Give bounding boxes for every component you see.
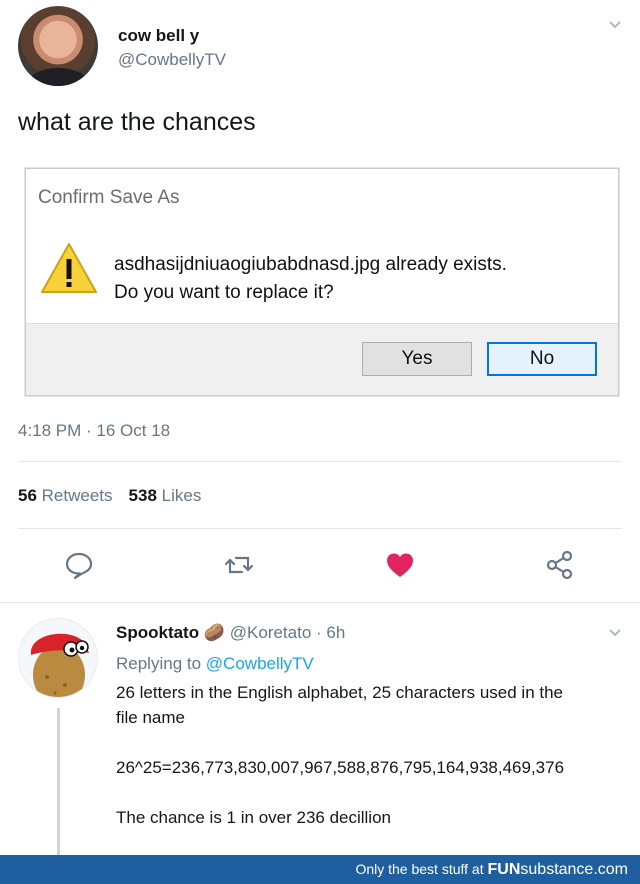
warning-icon [41, 243, 97, 293]
heart-icon[interactable] [385, 550, 415, 580]
yes-button[interactable]: Yes [362, 342, 472, 376]
dialog-title: Confirm Save As [38, 187, 180, 208]
retweets-stat[interactable]: 56 Retweets [18, 486, 113, 505]
divider [18, 528, 622, 529]
confirm-save-dialog: Confirm Save As asdhasijdniuaogiubabdnas… [25, 168, 619, 396]
user-handle[interactable]: @CowbellyTV [118, 50, 226, 70]
tweet-stats: 56 Retweets 538 Likes [18, 486, 201, 506]
potato-emoji: 🥔 [203, 623, 226, 642]
reply-display-name[interactable]: Spooktato [116, 623, 199, 642]
chevron-down-icon[interactable] [608, 18, 622, 32]
retweet-icon[interactable] [224, 550, 254, 580]
tweet-timestamp[interactable]: 4:18 PM · 16 Oct 18 [18, 421, 170, 441]
likes-count: 538 [128, 486, 157, 505]
no-button[interactable]: No [487, 342, 597, 376]
reply-header: Spooktato 🥔 @Koretato · 6h [116, 623, 345, 643]
share-icon[interactable] [545, 550, 575, 580]
retweets-count: 56 [18, 486, 37, 505]
reply-icon[interactable] [64, 550, 94, 580]
reply-handle[interactable]: @Koretato [230, 623, 312, 642]
replying-prefix: Replying to [116, 654, 202, 673]
reply-avatar[interactable] [18, 618, 98, 698]
thread-line [57, 708, 60, 858]
dialog-message-line-1: asdhasijdniuaogiubabdnasd.jpg already ex… [114, 254, 507, 275]
replying-to-link[interactable]: @CowbellyTV [206, 654, 314, 673]
likes-stat[interactable]: 538 Likes [129, 486, 202, 505]
tweet-text: what are the chances [18, 108, 256, 136]
reply-age[interactable]: · 6h [316, 623, 345, 642]
potato-avatar-image [31, 633, 89, 697]
divider [18, 461, 622, 462]
replying-to: Replying to @CowbellyTV [116, 654, 314, 674]
banner-text[interactable]: Only the best stuff at FUNsubstance.com [355, 861, 628, 879]
likes-label: Likes [161, 486, 202, 505]
dialog-message: asdhasijdniuaogiubabdnasd.jpg already ex… [114, 251, 507, 307]
avatar-shirt [28, 68, 88, 86]
display-name[interactable]: cow bell y [118, 26, 199, 46]
retweets-label: Retweets [41, 486, 113, 505]
banner-brand-bold: FUN [487, 861, 521, 878]
reply-chevron-down-icon[interactable] [608, 626, 622, 640]
tweet-actions [0, 550, 640, 584]
divider [0, 602, 640, 603]
dialog-message-line-2: Do you want to replace it? [114, 282, 334, 303]
dialog-footer: Yes No [26, 323, 618, 395]
reply-text-line-4: The chance is 1 in over 236 decillion [116, 808, 391, 827]
reply-text-line-1: 26 letters in the English alphabet, 25 c… [116, 683, 564, 702]
avatar[interactable] [18, 6, 98, 86]
reply-text-line-3: 26^25=236,773,830,007,967,588,876,795,16… [116, 758, 565, 777]
reply-text-line-2: file name [116, 708, 185, 727]
banner-brand-rest: substance.com [520, 861, 628, 878]
site-banner: Only the best stuff at FUNsubstance.com [0, 855, 640, 884]
banner-prefix: Only the best stuff at [355, 861, 484, 877]
